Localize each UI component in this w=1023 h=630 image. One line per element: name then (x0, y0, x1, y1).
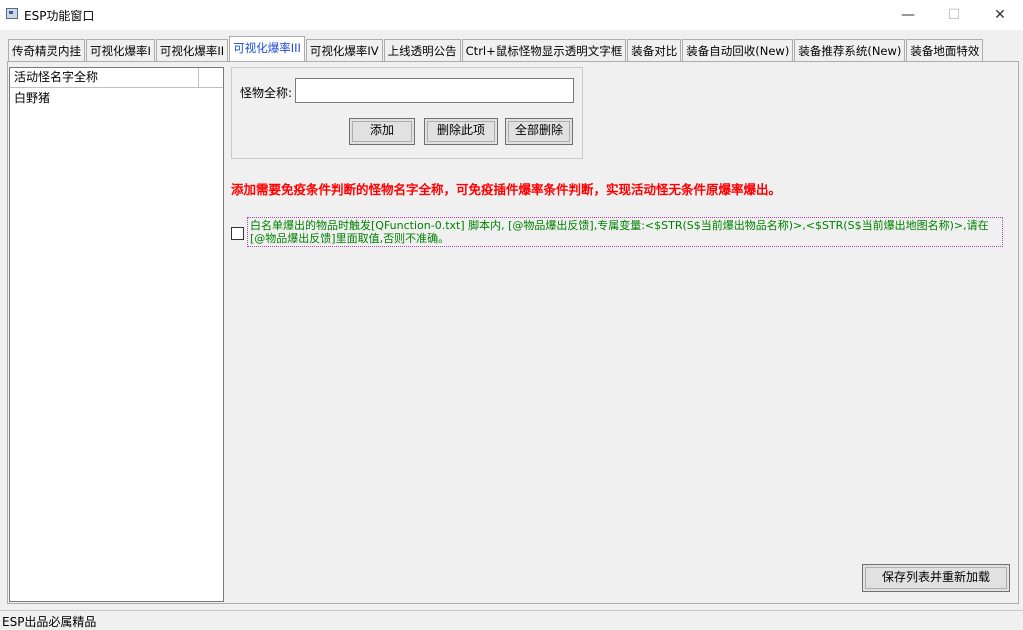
status-bar: ESP出品必属精品 (0, 610, 1023, 630)
tab-strip: 传奇精灵内挂 可视化爆率I 可视化爆率II 可视化爆率III 可视化爆率IV 上线透明公告… (8, 36, 984, 61)
tab-ctrl-mouse-textbox[interactable]: Ctrl+鼠标怪物显示透明文字框 (461, 39, 627, 61)
tab-drop-rate-2[interactable]: 可视化爆率II (155, 39, 229, 61)
minimize-button[interactable]: — (885, 0, 931, 30)
monster-listview[interactable]: 活动怪名字全称 白野猪 (9, 67, 224, 602)
add-button[interactable]: 添加 (349, 118, 415, 145)
whitelist-trigger-label[interactable]: 白名单爆出的物品时触发[QFunction-0.txt] 脚本内, [@物品爆出… (247, 217, 1003, 247)
tab-auto-recycle[interactable]: 装备自动回收(New) (682, 39, 794, 61)
delete-item-button[interactable]: 删除此项 (424, 118, 498, 145)
monster-name-label: 怪物全称: (240, 86, 293, 100)
maximize-button[interactable]: ☐ (931, 0, 977, 30)
monster-name-input[interactable] (295, 78, 574, 103)
tab-drop-rate-3[interactable]: 可视化爆率III (229, 36, 305, 61)
tab-legend-helper[interactable]: 传奇精灵内挂 (8, 39, 85, 61)
list-item[interactable]: 白野猪 (14, 89, 50, 106)
whitelist-trigger-checkbox[interactable] (231, 227, 244, 240)
column-header-empty[interactable] (199, 68, 223, 87)
tab-drop-rate-4[interactable]: 可视化爆率IV (305, 39, 383, 61)
tab-equipment-compare[interactable]: 装备对比 (627, 39, 682, 61)
close-button[interactable]: ✕ (977, 0, 1023, 30)
immunity-notice: 添加需要免疫条件判断的怪物名字全称，可免疫插件爆率条件判断，实现活动怪无条件原爆… (231, 182, 782, 197)
title-bar: ESP功能窗口 — ☐ ✕ (0, 0, 1023, 30)
tab-ground-effect[interactable]: 装备地面特效 (906, 39, 984, 61)
tab-login-notice[interactable]: 上线透明公告 (383, 39, 461, 61)
save-reload-button[interactable]: 保存列表并重新加载 (862, 564, 1010, 592)
status-text: ESP出品必属精品 (2, 615, 97, 629)
list-header: 活动怪名字全称 (10, 68, 223, 88)
app-window-icon (6, 8, 18, 19)
window-title: ESP功能窗口 (24, 9, 95, 23)
column-header-monster-name[interactable]: 活动怪名字全称 (10, 68, 199, 87)
delete-all-button[interactable]: 全部删除 (505, 118, 573, 145)
tab-drop-rate-1[interactable]: 可视化爆率I (86, 39, 155, 61)
tab-equipment-recommend[interactable]: 装备推荐系统(New) (794, 39, 906, 61)
